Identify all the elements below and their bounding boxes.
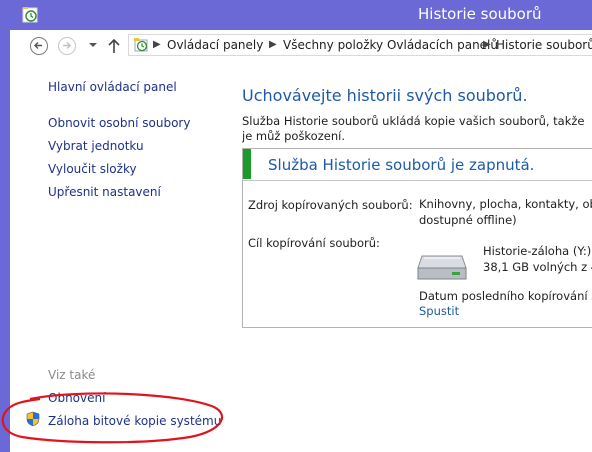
forward-button[interactable] <box>58 37 76 55</box>
target-label: Cíl kopírování souborů: <box>248 236 380 250</box>
source-value-line-1: Knihovny, plocha, kontakty, oblíb <box>419 197 592 211</box>
sidebar-item-select-drive[interactable]: Vybrat jednotku <box>48 139 144 153</box>
see-also-label: Viz také <box>48 368 96 382</box>
annotation-red-circle <box>1 392 224 444</box>
back-icon <box>34 42 42 49</box>
recent-locations-icon[interactable] <box>88 40 98 50</box>
window-title: Historie souborů <box>418 5 542 23</box>
run-now-link[interactable]: Spustit <box>419 304 459 318</box>
last-copy-date: Datum posledního kopírování soub <box>419 289 592 303</box>
source-label: Zdroj kopírovaných souborů: <box>248 198 413 212</box>
breadcrumb-separator[interactable]: ▶ <box>269 39 277 50</box>
navigation-bar: ▶ Ovládací panely ▶ Všechny položky Ovlá… <box>10 30 592 62</box>
breadcrumb-file-history[interactable]: Historie souborů <box>496 38 592 52</box>
drive-name: Historie-záloha (Y:) <box>483 244 592 258</box>
up-icon[interactable] <box>107 38 121 54</box>
breadcrumb-control-panel[interactable]: Ovládací panely <box>167 38 263 52</box>
control-panel-icon <box>134 38 148 52</box>
source-value-line-2: dostupné offline) <box>419 213 517 227</box>
hard-drive-icon <box>417 255 467 280</box>
drive-free-space: 38,1 GB volných z 46 <box>483 260 592 274</box>
breadcrumb-separator[interactable]: ▶ <box>153 39 161 50</box>
status-text: Služba Historie souborů je zapnutá. <box>268 156 535 174</box>
back-button[interactable] <box>30 37 48 55</box>
file-history-icon <box>22 7 38 23</box>
status-indicator <box>243 149 251 179</box>
breadcrumb-separator[interactable]: ▶ <box>483 39 491 50</box>
status-panel: Služba Historie souborů je zapnutá. Zdro… <box>242 148 592 328</box>
sidebar-item-restore-files[interactable]: Obnovit osobní soubory <box>48 116 190 130</box>
page-description: Služba Historie souborů ukládá kopie vaš… <box>242 114 585 143</box>
sidebar-item-advanced-settings[interactable]: Upřesnit nastavení <box>48 185 161 199</box>
title-bar[interactable]: Historie souborů <box>10 0 592 30</box>
sidebar-item-exclude-folders[interactable]: Vyloučit složky <box>48 162 137 176</box>
status-header: Služba Historie souborů je zapnutá. <box>243 149 592 181</box>
breadcrumb-all-items[interactable]: Všechny položky Ovládacích panelů <box>283 38 498 52</box>
address-bar[interactable]: ▶ Ovládací panely ▶ Všechny položky Ovlá… <box>128 34 592 56</box>
sidebar-home-link[interactable]: Hlavní ovládací panel <box>48 80 177 94</box>
forward-icon <box>63 42 71 49</box>
page-heading: Uchovávejte historii svých souborů. <box>242 86 528 105</box>
